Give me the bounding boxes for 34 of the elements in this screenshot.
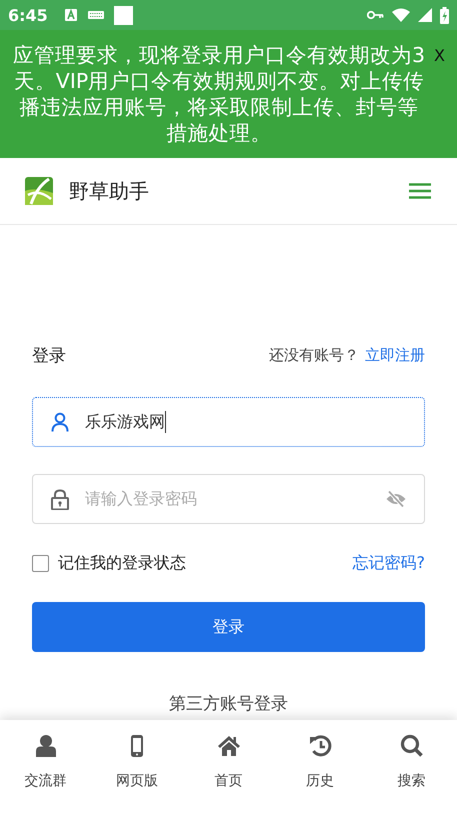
eye-slash-icon[interactable]	[386, 490, 406, 508]
signup-link[interactable]: 立即注册	[365, 346, 425, 364]
nav-item[interactable]: 交流群	[0, 720, 92, 814]
history-icon	[308, 734, 332, 758]
user-icon	[51, 412, 69, 432]
login-button[interactable]: 登录	[32, 602, 425, 652]
signal-icon	[418, 8, 432, 22]
username-field[interactable]: 乐乐游戏网	[32, 397, 425, 447]
logo-icon	[25, 177, 53, 205]
forgot-password-link[interactable]: 忘记密码?	[352, 552, 425, 574]
square-icon	[114, 6, 133, 24]
menu-icon[interactable]	[409, 183, 431, 199]
battery-icon	[440, 6, 449, 24]
search-icon	[399, 734, 424, 758]
clock-time: 6:45	[8, 6, 48, 24]
key-icon	[367, 10, 384, 20]
letter-a-icon	[64, 8, 78, 22]
nav-item[interactable]: 网页版	[91, 720, 183, 814]
notice-text: 应管理要求，现将登录用户口令有效期改为3天。VIP用户口令有效期规则不变。对上传传播违法应用账号，将采取限制上传、封号等措施处理。	[12, 42, 426, 146]
home-icon	[216, 734, 241, 758]
third-party-login-heading: 第三方账号登录	[168, 693, 289, 715]
remember-label: 记住我的登录状态	[58, 552, 186, 574]
close-button[interactable]: X	[434, 46, 445, 65]
lock-icon	[51, 488, 69, 510]
signup-prompt: 还没有账号？	[269, 346, 359, 364]
remember-checkbox[interactable]	[32, 554, 49, 572]
wifi-icon	[392, 8, 410, 22]
nav-item[interactable]: 历史	[274, 720, 366, 814]
login-heading: 登录	[32, 344, 66, 366]
person-icon	[34, 734, 58, 758]
app-title: 野草助手	[69, 178, 149, 204]
nav-item[interactable]: 搜索	[366, 720, 457, 814]
nav-item[interactable]: 首页	[182, 720, 274, 814]
keyboard-icon	[88, 10, 104, 20]
